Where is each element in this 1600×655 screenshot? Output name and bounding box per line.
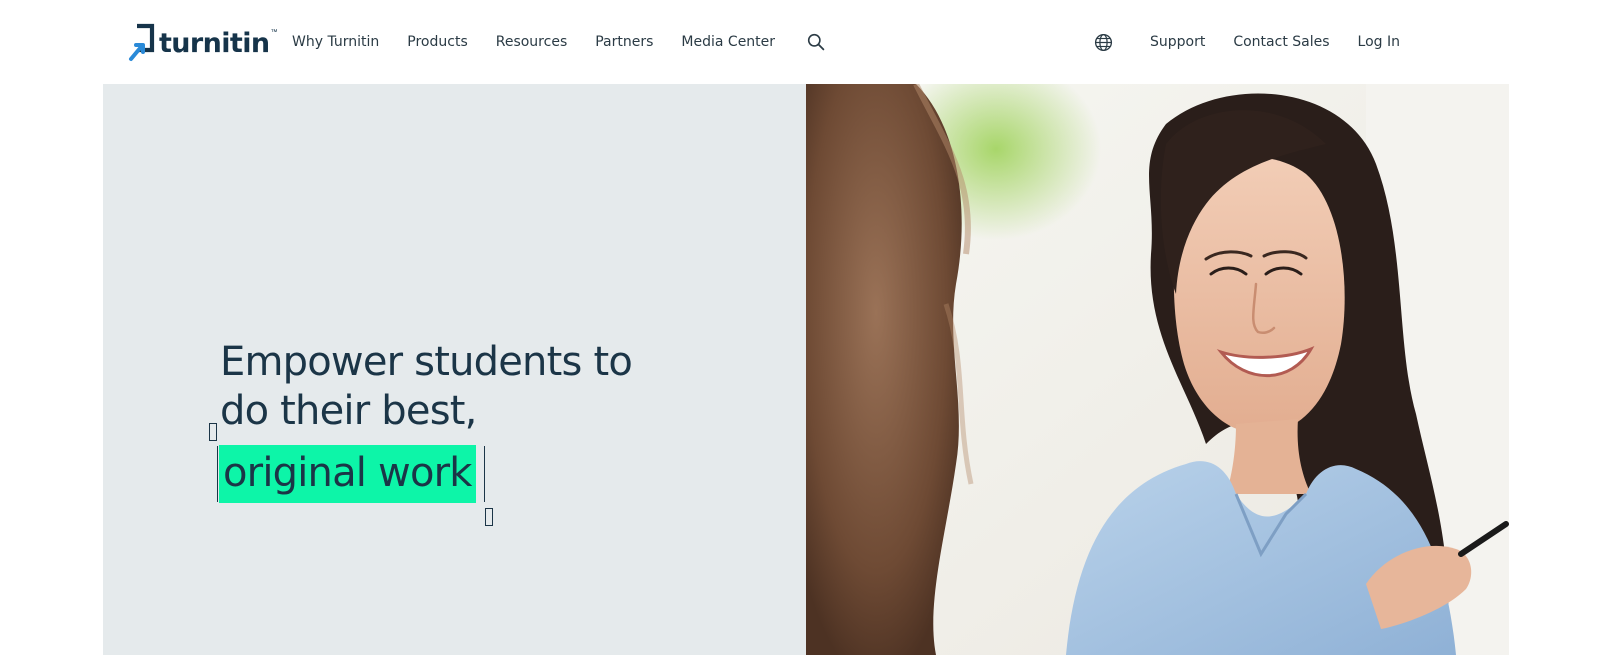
selection-handle-start[interactable]	[209, 423, 217, 441]
nav-products[interactable]: Products	[407, 31, 467, 53]
text-caret-start	[217, 446, 218, 502]
smiling-student-photo	[806, 84, 1509, 655]
headline-line-2: do their best,	[220, 388, 477, 434]
globe-icon	[1094, 33, 1112, 51]
hero-headline: Empower students to do their best,	[220, 338, 700, 436]
language-selector[interactable]	[1092, 31, 1114, 53]
hero-photo-illustration	[806, 84, 1509, 655]
headline-line-1: Empower students to	[220, 339, 633, 385]
nav-support[interactable]: Support	[1150, 31, 1205, 53]
search-icon	[807, 33, 825, 51]
logo-wordmark: turnitin	[159, 27, 270, 59]
nav-contact-sales[interactable]: Contact Sales	[1233, 31, 1329, 53]
search-button[interactable]	[805, 31, 827, 53]
nav-partners[interactable]: Partners	[595, 31, 653, 53]
turnitin-arrow-bracket-icon	[129, 23, 155, 61]
highlighted-word[interactable]: original work	[219, 445, 476, 503]
nav-resources[interactable]: Resources	[496, 31, 568, 53]
nav-log-in[interactable]: Log In	[1358, 31, 1400, 53]
nav-why-turnitin[interactable]: Why Turnitin	[292, 31, 379, 53]
turnitin-logo[interactable]: turnitin ™	[128, 22, 278, 64]
selection-handle-end[interactable]	[485, 508, 493, 526]
site-header: turnitin ™ Why Turnitin Products Resourc…	[0, 0, 1600, 84]
primary-nav: Why Turnitin Products Resources Partners…	[292, 31, 827, 53]
page: turnitin ™ Why Turnitin Products Resourc…	[0, 0, 1600, 655]
text-caret-end	[484, 446, 485, 502]
highlighted-phrase: original work	[219, 445, 476, 503]
nav-media-center[interactable]: Media Center	[681, 31, 775, 53]
utility-nav: Support Contact Sales Log In	[1092, 31, 1400, 53]
trademark-symbol: ™	[270, 29, 278, 36]
